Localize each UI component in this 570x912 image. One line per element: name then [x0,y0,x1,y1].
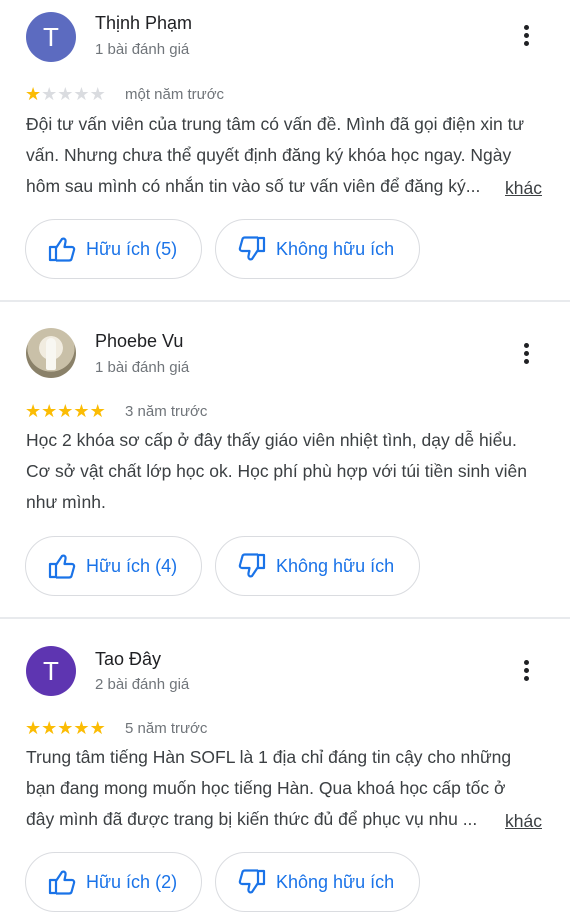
more-vert-icon[interactable] [516,340,536,370]
review-text-line: hôm sau mình có nhắn tin vào số tư vấn v… [26,176,481,196]
review-count: 2 bài đánh giá [95,676,190,693]
review-text-line: Cơ sở vật chất lớp học ok. Học phí phù h… [26,461,527,481]
review-text-line: bạn đang mong muốn học tiếng Hàn. Qua kh… [26,778,506,798]
thumb-up-icon [48,237,76,262]
helpful-button[interactable]: Hữu ích (2) [25,852,202,912]
author-name[interactable]: Thịnh Phạm [95,13,192,34]
review-text-line: như mình. [26,492,106,512]
helpful-button[interactable]: Hữu ích (5) [25,219,202,279]
review-text-line: vấn. Nhưng chưa thể quyết định đăng ký k… [26,145,512,165]
not-helpful-label: Không hữu ích [276,555,395,576]
not-helpful-label: Không hữu ích [276,871,395,892]
review-text: Đội tư vấn viên của trung tâm có vấn đề.… [26,109,551,202]
star-rating: ★★★★★ [25,85,106,103]
review-text-line: Đội tư vấn viên của trung tâm có vấn đề.… [26,114,525,134]
author-name[interactable]: Tao Đây [95,649,161,670]
not-helpful-button[interactable]: Không hữu ích [215,536,420,596]
star-icon: ★ [41,718,58,738]
star-icon: ★ [25,718,42,738]
star-icon: ★ [41,401,58,421]
thumb-up-icon [48,870,76,895]
more-link[interactable]: khác [505,178,542,199]
avatar[interactable]: T [26,646,76,696]
review-time: 3 năm trước [125,403,208,420]
star-icon: ★ [73,84,90,104]
divider [0,300,570,302]
star-icon: ★ [57,718,74,738]
star-icon: ★ [25,84,42,104]
helpful-label: Hữu ích (2) [86,871,178,892]
not-helpful-label: Không hữu ích [276,238,395,259]
review-count: 1 bài đánh giá [95,359,190,376]
avatar[interactable] [26,328,76,378]
thumb-down-icon [238,236,266,261]
star-icon: ★ [89,718,106,738]
more-vert-icon[interactable] [516,657,536,687]
review-text-line: đây mình đã được trang bị kiến thức đủ đ… [26,809,478,829]
more-link[interactable]: khác [505,811,542,832]
review-time: 5 năm trước [125,720,208,737]
divider [0,617,570,619]
helpful-label: Hữu ích (4) [86,555,178,576]
thumb-up-icon [48,554,76,579]
review-time: một năm trước [125,86,225,103]
review-count: 1 bài đánh giá [95,41,190,58]
star-icon: ★ [57,84,74,104]
not-helpful-button[interactable]: Không hữu ích [215,852,420,912]
not-helpful-button[interactable]: Không hữu ích [215,219,420,279]
author-name[interactable]: Phoebe Vu [95,331,183,352]
thumb-down-icon [238,553,266,578]
review-text-line: Học 2 khóa sơ cấp ở đây thấy giáo viên n… [26,430,517,450]
star-icon: ★ [73,401,90,421]
helpful-label: Hữu ích (5) [86,238,178,259]
avatar[interactable]: T [26,12,76,62]
star-icon: ★ [25,401,42,421]
more-vert-icon[interactable] [516,22,536,52]
star-icon: ★ [89,401,106,421]
star-icon: ★ [73,718,90,738]
star-rating: ★★★★★ [25,402,106,420]
thumb-down-icon [238,869,266,894]
star-icon: ★ [57,401,74,421]
star-rating: ★★★★★ [25,719,106,737]
review-text-line: Trung tâm tiếng Hàn SOFL là 1 địa chỉ đá… [26,747,512,767]
review-text: Trung tâm tiếng Hàn SOFL là 1 địa chỉ đá… [26,742,551,835]
helpful-button[interactable]: Hữu ích (4) [25,536,202,596]
review-text: Học 2 khóa sơ cấp ở đây thấy giáo viên n… [26,425,551,518]
star-icon: ★ [89,84,106,104]
star-icon: ★ [41,84,58,104]
